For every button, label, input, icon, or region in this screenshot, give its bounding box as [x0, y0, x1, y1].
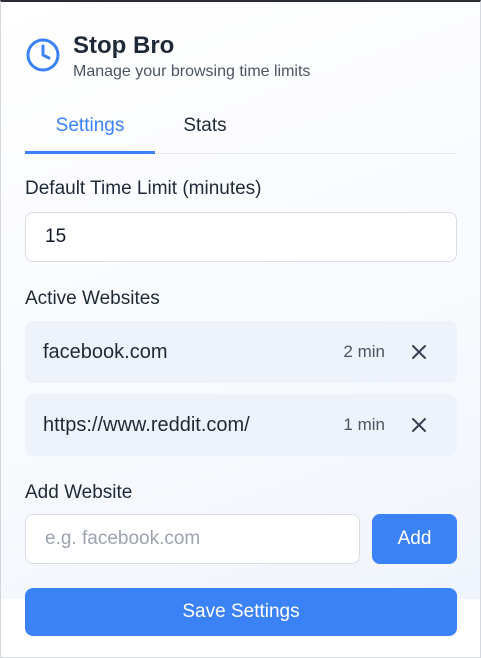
tab-settings[interactable]: Settings [25, 106, 155, 154]
site-url: https://www.reddit.com/ [43, 413, 250, 436]
remove-site-button[interactable] [409, 415, 429, 435]
app-title: Stop Bro [73, 32, 175, 59]
save-settings-button[interactable]: Save Settings [25, 588, 457, 636]
close-icon [412, 345, 426, 359]
site-time: 1 min [343, 415, 385, 434]
app-subtitle: Manage your browsing time limits [73, 63, 311, 80]
close-icon [412, 418, 426, 432]
header-text: Stop Bro Manage your browsing time limit… [73, 32, 310, 83]
add-website-input[interactable] [45, 528, 359, 550]
remove-site-button[interactable] [409, 342, 429, 362]
list-item: facebook.com 2 min [25, 321, 457, 383]
default-limit-field[interactable] [25, 212, 457, 262]
tab-bar: Settings Stats [25, 106, 457, 154]
extension-popup: Stop Bro Manage your browsing time limit… [0, 0, 481, 658]
default-limit-input[interactable] [45, 226, 456, 248]
site-url: facebook.com [43, 340, 168, 363]
site-time: 2 min [343, 342, 385, 361]
header: Stop Bro Manage your browsing time limit… [25, 32, 310, 83]
add-website-field[interactable] [25, 514, 360, 564]
add-website-label: Add Website [25, 482, 133, 503]
list-item: https://www.reddit.com/ 1 min [25, 394, 457, 456]
active-websites-label: Active Websites [25, 288, 160, 309]
clock-icon [26, 38, 60, 72]
add-button[interactable]: Add [372, 514, 457, 564]
default-limit-label: Default Time Limit (minutes) [25, 178, 262, 199]
tab-stats[interactable]: Stats [155, 106, 255, 154]
